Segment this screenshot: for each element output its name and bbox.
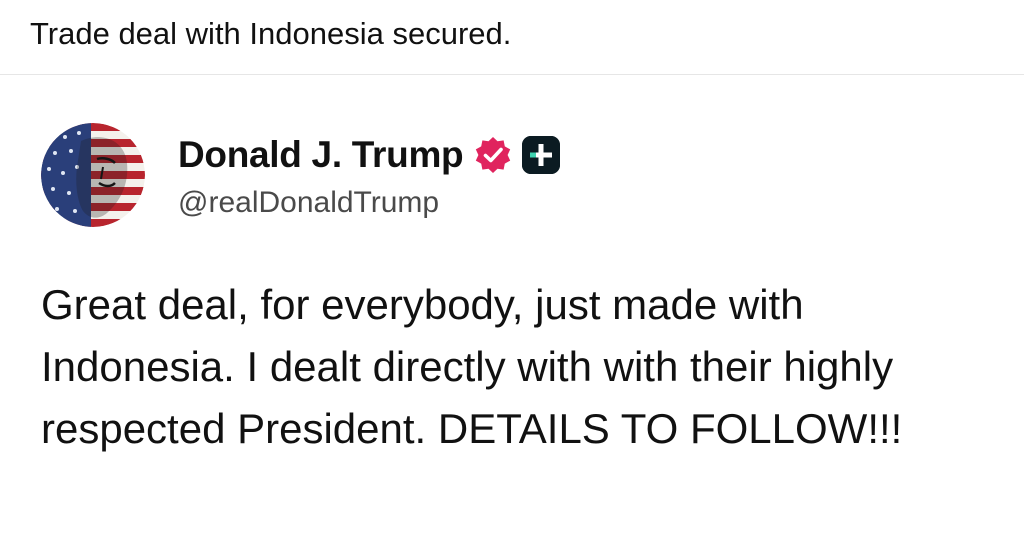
caption-bar: Trade deal with Indonesia secured. <box>0 0 1024 75</box>
display-name-row: Donald J. Trump <box>178 131 561 179</box>
handle[interactable]: @realDonaldTrump <box>178 186 439 220</box>
caption-text: Trade deal with Indonesia secured. <box>30 16 512 51</box>
display-name[interactable]: Donald J. Trump <box>178 134 464 176</box>
avatar[interactable] <box>41 123 145 227</box>
truth-social-icon <box>522 136 561 174</box>
post-card[interactable]: Donald J. Trump @realDonaldTrump Great d… <box>0 75 1024 543</box>
post-body: Great deal, for everybody, just made wit… <box>41 281 903 452</box>
verified-badge-icon <box>476 137 511 173</box>
